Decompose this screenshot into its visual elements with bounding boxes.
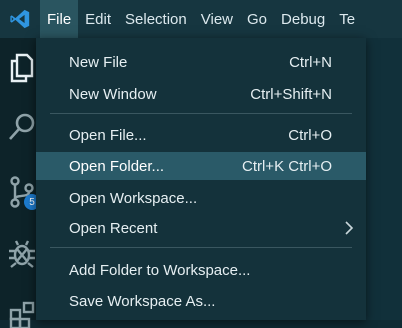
menu-item-label: Open Folder...	[69, 157, 165, 175]
menu-item-shortcut: Ctrl+K Ctrl+O	[241, 157, 332, 175]
menu-item-open-recent[interactable]: Open Recent	[36, 215, 366, 241]
menu-item-shortcut: Ctrl+Shift+N	[250, 85, 332, 103]
menu-item-label: New File	[69, 53, 128, 71]
menu-item-save-workspace-as[interactable]: Save Workspace As...	[36, 288, 366, 314]
menu-separator	[50, 247, 352, 248]
menu-edit[interactable]: Edit	[78, 0, 118, 38]
menu-item-label: Save Workspace As...	[69, 292, 216, 310]
menu-bar: File Edit Selection View Go Debug Te	[0, 0, 402, 38]
menu-item-new-window[interactable]: New Window Ctrl+Shift+N	[36, 81, 366, 107]
menu-selection[interactable]: Selection	[118, 0, 194, 38]
menu-item-shortcut: Ctrl+O	[288, 126, 332, 144]
menu-item-open-folder[interactable]: Open Folder... Ctrl+K Ctrl+O	[36, 152, 366, 180]
file-menu-dropdown: New File Ctrl+N New Window Ctrl+Shift+N …	[36, 38, 366, 320]
menu-item-label: Add Folder to Workspace...	[69, 261, 251, 279]
menu-item-new-file[interactable]: New File Ctrl+N	[36, 49, 366, 75]
menu-separator	[50, 113, 352, 114]
menu-debug[interactable]: Debug	[274, 0, 332, 38]
chevron-right-icon	[344, 220, 354, 240]
menu-item-label: Open Recent	[69, 219, 158, 237]
menu-item-label: New Window	[69, 85, 157, 103]
menu-item-label: Open File...	[69, 126, 147, 144]
menu-item-label: Open Workspace...	[69, 189, 198, 207]
menu-item-add-folder-to-workspace[interactable]: Add Folder to Workspace...	[36, 257, 366, 283]
menu-terminal[interactable]: Te	[332, 0, 362, 38]
menu-view[interactable]: View	[194, 0, 240, 38]
vscode-logo-icon	[0, 0, 40, 38]
menu-file[interactable]: File	[40, 0, 79, 38]
menu-go[interactable]: Go	[240, 0, 274, 38]
menu-item-shortcut: Ctrl+N	[289, 53, 332, 71]
menu-item-open-file[interactable]: Open File... Ctrl+O	[36, 122, 366, 148]
menu-item-open-workspace[interactable]: Open Workspace...	[36, 185, 366, 211]
